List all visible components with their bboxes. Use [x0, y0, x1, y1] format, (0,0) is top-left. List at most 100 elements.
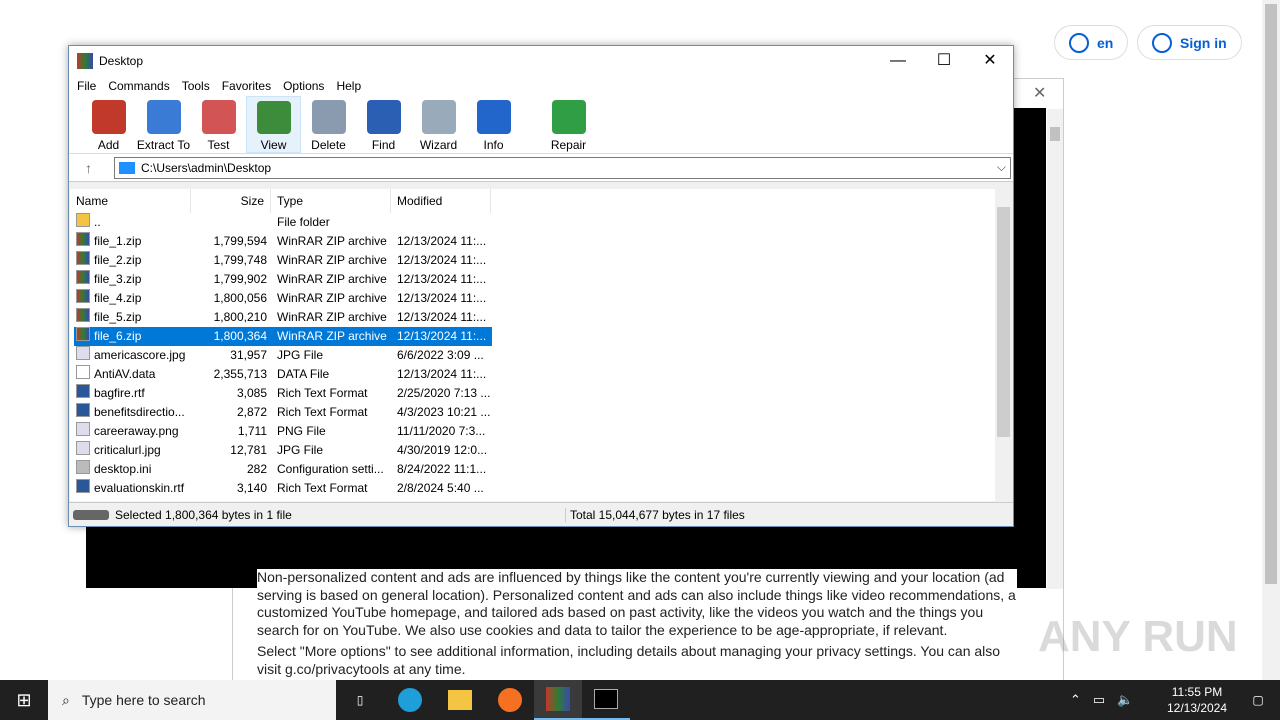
find-icon [366, 100, 401, 134]
search-icon: ⌕ [62, 691, 70, 708]
file-row[interactable]: AntiAV.data 2,355,713 DATA File 12/13/20… [74, 365, 492, 384]
language-button[interactable]: en [1054, 25, 1129, 60]
file-row[interactable]: americascore.jpg 31,957 JPG File 6/6/202… [74, 346, 492, 365]
wizard-icon [421, 100, 456, 134]
sign-in-button[interactable]: Sign in [1137, 25, 1242, 60]
column-size[interactable]: Size [191, 189, 271, 213]
file-row[interactable]: careeraway.png 1,711 PNG File 11/11/2020… [74, 422, 492, 441]
toolbar-extract-to-button[interactable]: Extract To [136, 96, 191, 153]
file-row[interactable]: desktop.ini 282 Configuration setti... 8… [74, 460, 492, 479]
menu-commands[interactable]: Commands [102, 76, 175, 96]
file-explorer-icon[interactable] [436, 680, 484, 720]
file-row[interactable]: evaluationskin.rtf 3,140 Rich Text Forma… [74, 479, 492, 498]
title-bar: Desktop — ☐ ✕ [69, 46, 1013, 76]
rar-icon [76, 270, 90, 284]
page-scrollbar[interactable] [1262, 0, 1280, 680]
folder-icon [76, 213, 90, 227]
firefox-icon[interactable] [486, 680, 534, 720]
toolbar-add-button[interactable]: Add [81, 96, 136, 153]
address-bar: ↑ C:\Users\admin\Desktop ⌵ [69, 154, 1013, 182]
image-icon [76, 441, 90, 455]
extract-to-icon [146, 100, 181, 134]
close-button[interactable]: ✕ [967, 46, 1013, 76]
column-modified[interactable]: Modified [391, 189, 491, 213]
file-row[interactable]: criticalurl.jpg 12,781 JPG File 4/30/201… [74, 441, 492, 460]
menu-file[interactable]: File [71, 76, 102, 96]
word-icon [76, 479, 90, 493]
test-icon [201, 100, 236, 134]
terminal-icon[interactable] [582, 680, 630, 720]
menu-tools[interactable]: Tools [176, 76, 216, 96]
minimize-button[interactable]: — [875, 46, 921, 76]
toolbar-repair-button[interactable]: Repair [541, 96, 596, 153]
menu-favorites[interactable]: Favorites [216, 76, 277, 96]
edge-icon[interactable] [386, 680, 434, 720]
menu-bar: File Commands Tools Favorites Options He… [69, 76, 1013, 96]
toolbar-info-button[interactable]: Info [466, 96, 521, 153]
file-row[interactable]: file_6.zip 1,800,364 WinRAR ZIP archive … [74, 327, 492, 346]
chevron-up-icon: ⌃ [1070, 692, 1081, 707]
file-icon [76, 365, 90, 379]
volume-icon: 🔈 [1117, 692, 1134, 707]
watermark-logo: ANY RUN [1038, 612, 1238, 661]
info-icon [476, 100, 511, 134]
menu-options[interactable]: Options [277, 76, 330, 96]
file-list: Name Size Type Modified .. File folder f… [70, 189, 1012, 501]
chevron-down-icon[interactable]: ⌵ [997, 160, 1006, 175]
toolbar-test-button[interactable]: Test [191, 96, 246, 153]
status-bar: Selected 1,800,364 bytes in 1 file Total… [69, 502, 1013, 526]
menu-help[interactable]: Help [330, 76, 367, 96]
start-button[interactable]: ⊞ [0, 680, 48, 720]
rar-icon [76, 251, 90, 265]
settings-icon [76, 460, 90, 474]
view-icon [256, 101, 291, 134]
toolbar-view-button[interactable]: View [246, 96, 301, 153]
dialog-scrollbar[interactable] [1047, 109, 1063, 589]
globe-icon [1069, 32, 1089, 53]
file-row[interactable]: file_3.zip 1,799,902 WinRAR ZIP archive … [74, 270, 492, 289]
toolbar-delete-button[interactable]: Delete [301, 96, 356, 153]
drive-icon [73, 509, 109, 520]
network-icon: ▭ [1092, 692, 1106, 707]
clock[interactable]: 11:55 PM 12/13/2024 [1160, 684, 1234, 716]
file-row[interactable]: file_1.zip 1,799,594 WinRAR ZIP archive … [74, 232, 492, 251]
winrar-window: Desktop — ☐ ✕ File Commands Tools Favori… [68, 45, 1014, 527]
toolbar-wizard-button[interactable]: Wizard [411, 96, 466, 153]
taskbar: ⊞ ⌕ Type here to search ▯ ⌃ ▭ 🔈 11:55 PM 12/… [0, 680, 1280, 720]
file-row[interactable]: .. File folder [74, 213, 492, 232]
desktop-icon [119, 161, 135, 174]
close-icon[interactable]: ✕ [1033, 83, 1046, 103]
file-row[interactable]: bagfire.rtf 3,085 Rich Text Format 2/25/… [74, 384, 492, 403]
rar-icon [76, 232, 90, 246]
maximize-button[interactable]: ☐ [921, 46, 967, 76]
file-row[interactable]: benefitsdirectio... 2,872 Rich Text Form… [74, 403, 492, 422]
column-name[interactable]: Name [70, 189, 191, 213]
path-field[interactable]: C:\Users\admin\Desktop ⌵ [114, 156, 1011, 179]
toolbar: Add Extract To Test View Delete Find Wizard Inf… [69, 96, 1013, 154]
system-tray[interactable]: ⌃ ▭ 🔈 [1070, 692, 1133, 708]
file-row[interactable]: file_5.zip 1,800,210 WinRAR ZIP archive … [74, 308, 492, 327]
repair-icon [551, 100, 586, 134]
delete-icon [311, 100, 346, 134]
file-row[interactable]: file_2.zip 1,799,748 WinRAR ZIP archive … [74, 251, 492, 270]
image-icon [76, 422, 90, 436]
account-icon [1152, 32, 1172, 53]
file-row[interactable]: file_4.zip 1,800,056 WinRAR ZIP archive … [74, 289, 492, 308]
word-icon [76, 403, 90, 417]
rar-icon [76, 308, 90, 322]
vertical-scrollbar[interactable] [995, 189, 1012, 501]
rar-icon [76, 327, 90, 341]
consent-text: Non-personalized content and ads are inf… [257, 569, 1017, 678]
up-arrow-icon[interactable]: ↑ [85, 160, 92, 176]
image-icon [76, 346, 90, 360]
task-view-icon[interactable]: ▯ [336, 680, 384, 720]
column-type[interactable]: Type [271, 189, 391, 213]
toolbar-find-button[interactable]: Find [356, 96, 411, 153]
taskbar-search[interactable]: ⌕ Type here to search [48, 680, 336, 720]
winrar-icon [77, 53, 93, 69]
word-icon [76, 384, 90, 398]
add-icon [91, 100, 126, 134]
windows-icon: ⊞ [16, 689, 32, 710]
notifications-icon[interactable]: ▢ [1234, 680, 1280, 720]
winrar-taskbar-icon[interactable] [534, 680, 582, 720]
